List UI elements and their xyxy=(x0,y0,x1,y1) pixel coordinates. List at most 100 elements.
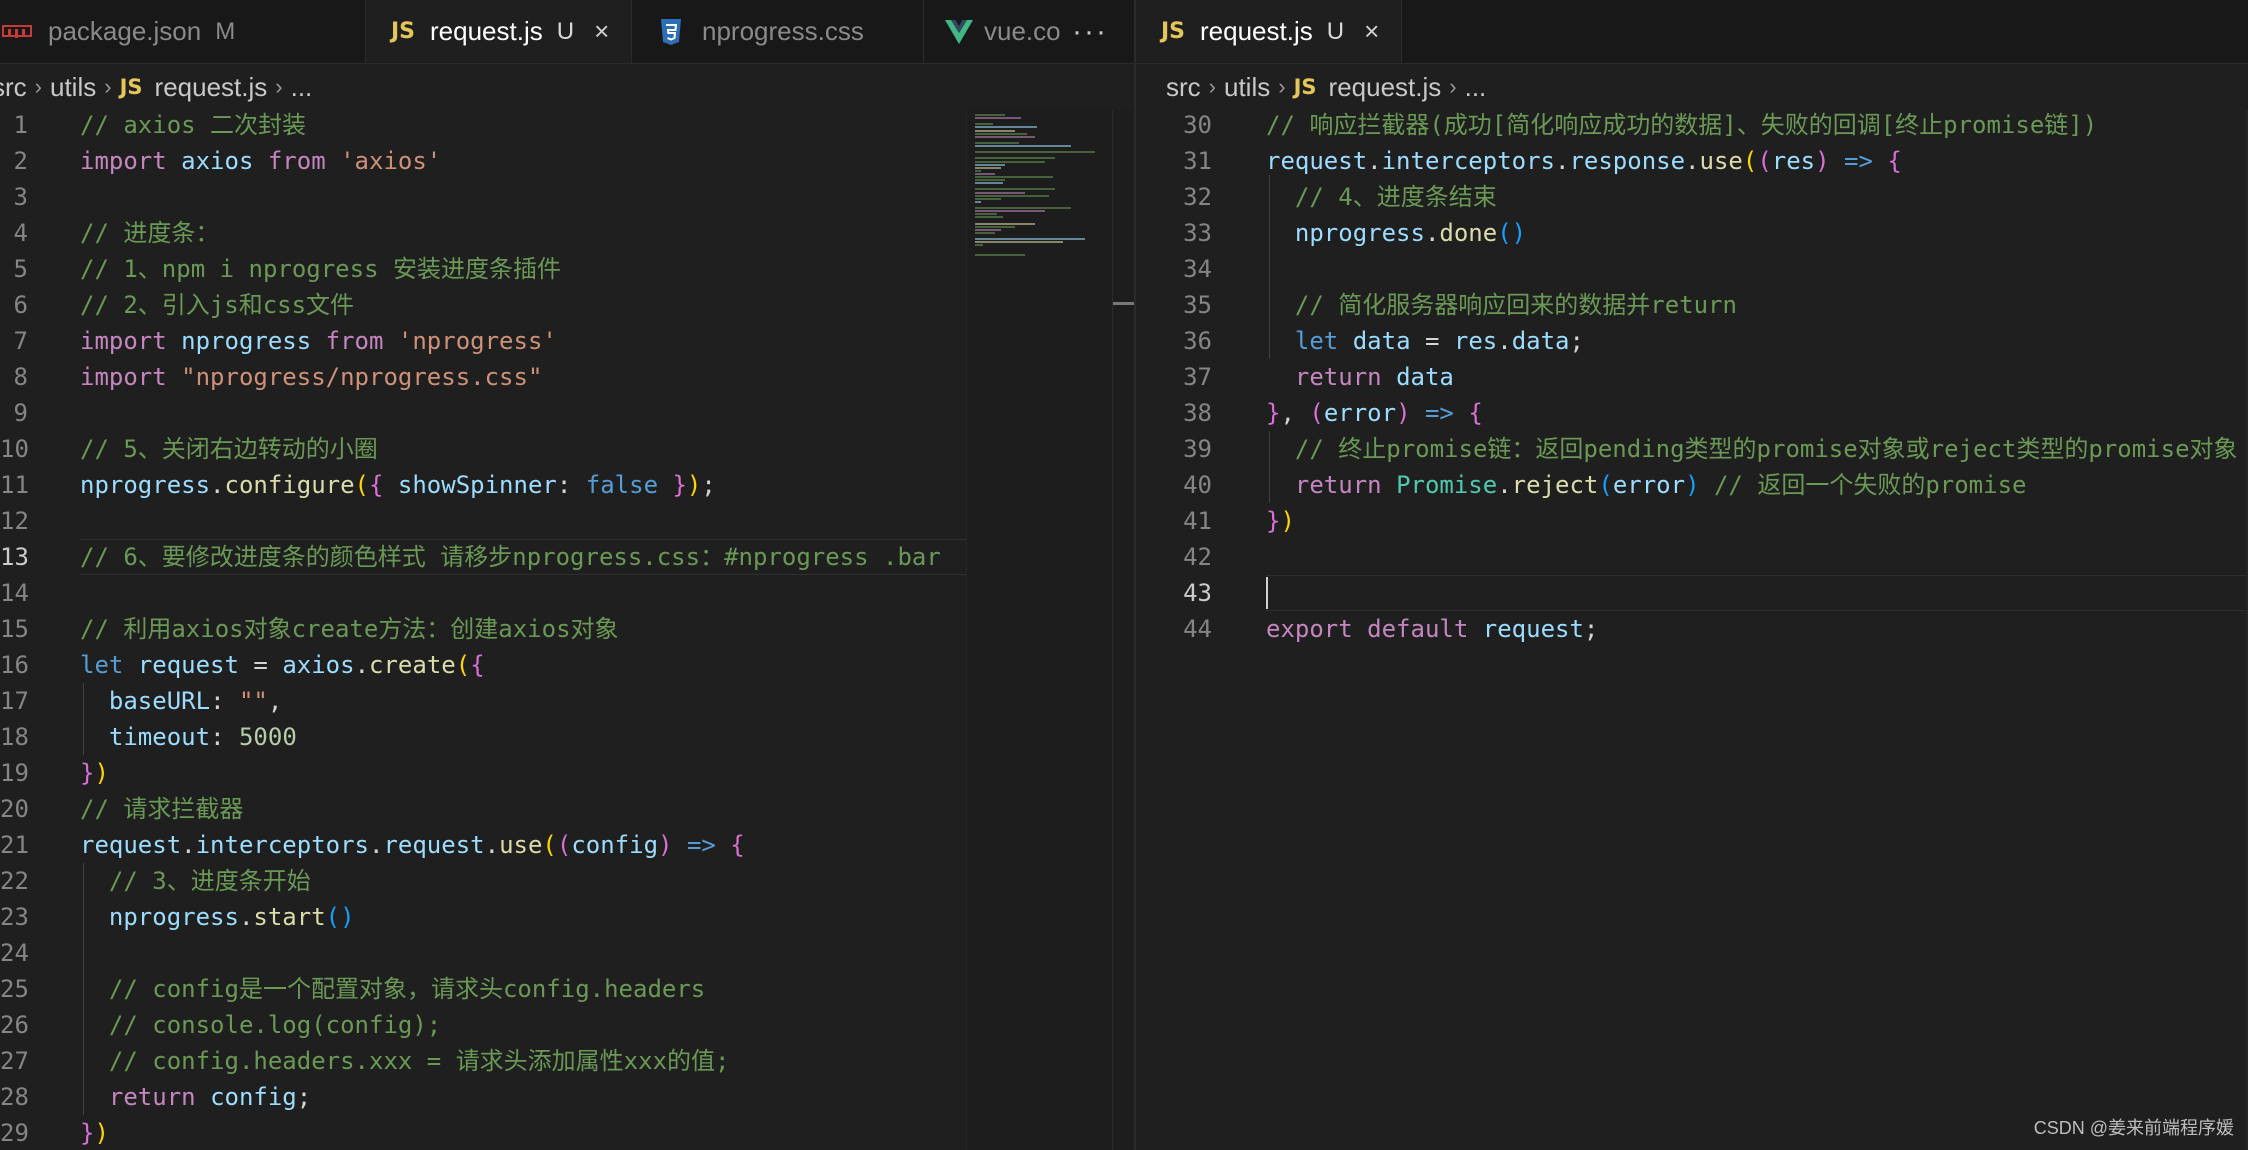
code-line[interactable]: // 进度条： xyxy=(80,215,219,251)
close-icon[interactable]: × xyxy=(1364,16,1379,47)
code-line[interactable]: }) xyxy=(1266,503,1295,539)
code-line[interactable]: return config; xyxy=(80,1079,311,1115)
line-number[interactable]: 37 xyxy=(1136,359,1212,395)
code-line[interactable]: // 请求拦截器 xyxy=(80,791,243,827)
line-number[interactable]: 15 xyxy=(0,611,29,647)
line-number[interactable]: 44 xyxy=(1136,611,1212,647)
line-number[interactable]: 21 xyxy=(0,827,29,863)
line-number[interactable]: 34 xyxy=(1136,251,1212,287)
code-line[interactable]: // 简化服务器响应回来的数据并return xyxy=(1266,287,1737,323)
code-line[interactable]: // 利用axios对象create方法：创建axios对象 xyxy=(80,611,619,647)
code-line[interactable]: request.interceptors.response.use((res) … xyxy=(1266,143,1902,179)
code-line[interactable]: // config是一个配置对象，请求头config.headers xyxy=(80,971,705,1007)
line-number[interactable]: 22 xyxy=(0,863,29,899)
line-number[interactable]: 32 xyxy=(1136,179,1212,215)
code-line[interactable]: // 1、npm i nprogress 安装进度条插件 xyxy=(80,251,561,287)
line-number[interactable]: 27 xyxy=(0,1043,29,1079)
breadcrumb-folder-utils[interactable]: utils xyxy=(50,72,96,103)
line-number[interactable]: 26 xyxy=(0,1007,29,1043)
line-number[interactable]: 38 xyxy=(1136,395,1212,431)
breadcrumb-folder-src[interactable]: src xyxy=(1166,72,1201,103)
code-line[interactable]: let request = axios.create({ xyxy=(80,647,485,683)
code-line[interactable]: // 3、进度条开始 xyxy=(80,863,311,899)
line-number[interactable]: 35 xyxy=(1136,287,1212,323)
code-line[interactable]: import nprogress from 'nprogress' xyxy=(80,323,557,359)
line-number[interactable]: 23 xyxy=(0,899,29,935)
line-number[interactable]: 9 xyxy=(0,395,28,431)
line-number[interactable]: 20 xyxy=(0,791,29,827)
more-actions-icon[interactable]: ··· xyxy=(1072,0,1108,63)
line-number[interactable]: 18 xyxy=(0,719,29,755)
line-number[interactable]: 28 xyxy=(0,1079,29,1115)
breadcrumb-folder-src[interactable]: src xyxy=(0,72,27,103)
line-number[interactable]: 14 xyxy=(0,575,29,611)
line-number[interactable]: 31 xyxy=(1136,143,1212,179)
code-line[interactable]: }) xyxy=(80,755,109,791)
line-number[interactable]: 11 xyxy=(0,467,29,503)
code-line[interactable]: // 4、进度条结束 xyxy=(1266,179,1497,215)
line-number[interactable]: 8 xyxy=(0,359,28,395)
code-line[interactable]: export default request; xyxy=(1266,611,1598,647)
code-editor[interactable]: 1 // axios 二次封装 2 import axios from 'axios'… xyxy=(0,110,1134,1150)
line-number[interactable]: 40 xyxy=(1136,467,1212,503)
line-number[interactable]: 16 xyxy=(0,647,29,683)
scrollbar-thumb[interactable] xyxy=(1113,302,1134,305)
code-line[interactable]: request.interceptors.request.use((config… xyxy=(80,827,745,863)
line-number[interactable]: 12 xyxy=(0,503,29,539)
code-line[interactable]: baseURL: "", xyxy=(80,683,282,719)
code-line[interactable]: nprogress.start() xyxy=(80,899,355,935)
tab-package-json[interactable]: package.json M xyxy=(0,0,366,63)
code-line[interactable]: return data xyxy=(1266,359,1454,395)
code-line[interactable]: // 终止promise链：返回pending类型的promise对象或reje… xyxy=(1266,431,2238,467)
code-line[interactable]: timeout: 5000 xyxy=(80,719,297,755)
line-number[interactable]: 4 xyxy=(0,215,28,251)
breadcrumb-symbols[interactable]: ... xyxy=(291,72,313,103)
line-number[interactable]: 29 xyxy=(0,1115,29,1150)
code-line[interactable]: // 2、引入js和css文件 xyxy=(80,287,354,323)
minimap[interactable] xyxy=(966,110,1113,1150)
code-line[interactable]: return Promise.reject(error) // 返回一个失败的p… xyxy=(1266,467,2027,503)
line-number[interactable]: 2 xyxy=(0,143,28,179)
line-number[interactable]: 19 xyxy=(0,755,29,791)
code-line[interactable]: // axios 二次封装 xyxy=(80,110,306,143)
line-number[interactable]: 24 xyxy=(0,935,29,971)
code-line[interactable]: // console.log(config); xyxy=(80,1007,441,1043)
line-number[interactable]: 7 xyxy=(0,323,28,359)
code-editor[interactable]: 30 // 响应拦截器(成功[简化响应成功的数据]、失败的回调[终止promise… xyxy=(1136,110,2248,1150)
line-number[interactable]: 6 xyxy=(0,287,28,323)
line-number[interactable]: 5 xyxy=(0,251,28,287)
tab-vue-config[interactable]: vue.co xyxy=(924,0,1060,63)
breadcrumb-file[interactable]: request.js xyxy=(1329,72,1442,103)
line-number[interactable]: 17 xyxy=(0,683,29,719)
vertical-scrollbar[interactable] xyxy=(1112,110,1134,1150)
code-line[interactable]: import "nprogress/nprogress.css" xyxy=(80,359,542,395)
code-line[interactable]: }) xyxy=(80,1115,109,1150)
tab-nprogress-css[interactable]: nprogress.css xyxy=(632,0,924,63)
code-line[interactable]: // config.headers.xxx = 请求头添加属性xxx的值; xyxy=(80,1043,730,1079)
close-icon[interactable]: × xyxy=(594,16,609,47)
line-number[interactable]: 25 xyxy=(0,971,29,1007)
line-number[interactable]: 10 xyxy=(0,431,29,467)
line-number[interactable]: 43 xyxy=(1136,575,1212,611)
tab-request-js[interactable]: JS request.js U × xyxy=(1136,0,1402,63)
line-number[interactable]: 30 xyxy=(1136,110,1212,143)
code-line[interactable]: // 6、要修改进度条的颜色样式 请移步nprogress.css：#nprog… xyxy=(80,539,941,575)
line-number[interactable]: 1 xyxy=(0,110,28,143)
code-line[interactable]: nprogress.done() xyxy=(1266,215,1526,251)
breadcrumb-file[interactable]: request.js xyxy=(155,72,268,103)
code-line[interactable]: // 响应拦截器(成功[简化响应成功的数据]、失败的回调[终止promise链]… xyxy=(1266,110,2097,143)
line-number[interactable]: 39 xyxy=(1136,431,1212,467)
code-line[interactable]: nprogress.configure({ showSpinner: false… xyxy=(80,467,716,503)
code-line[interactable]: }, (error) => { xyxy=(1266,395,1483,431)
line-number[interactable]: 42 xyxy=(1136,539,1212,575)
line-number[interactable]: 13 xyxy=(0,539,29,575)
breadcrumb-folder-utils[interactable]: utils xyxy=(1224,72,1270,103)
line-number[interactable]: 36 xyxy=(1136,323,1212,359)
code-line[interactable]: // 5、关闭右边转动的小圈 xyxy=(80,431,378,467)
breadcrumb-symbols[interactable]: ... xyxy=(1465,72,1487,103)
code-line[interactable]: let data = res.data; xyxy=(1266,323,1584,359)
line-number[interactable]: 41 xyxy=(1136,503,1212,539)
line-number[interactable]: 3 xyxy=(0,179,28,215)
line-number[interactable]: 33 xyxy=(1136,215,1212,251)
tab-request-js[interactable]: JS request.js U × xyxy=(366,0,632,63)
